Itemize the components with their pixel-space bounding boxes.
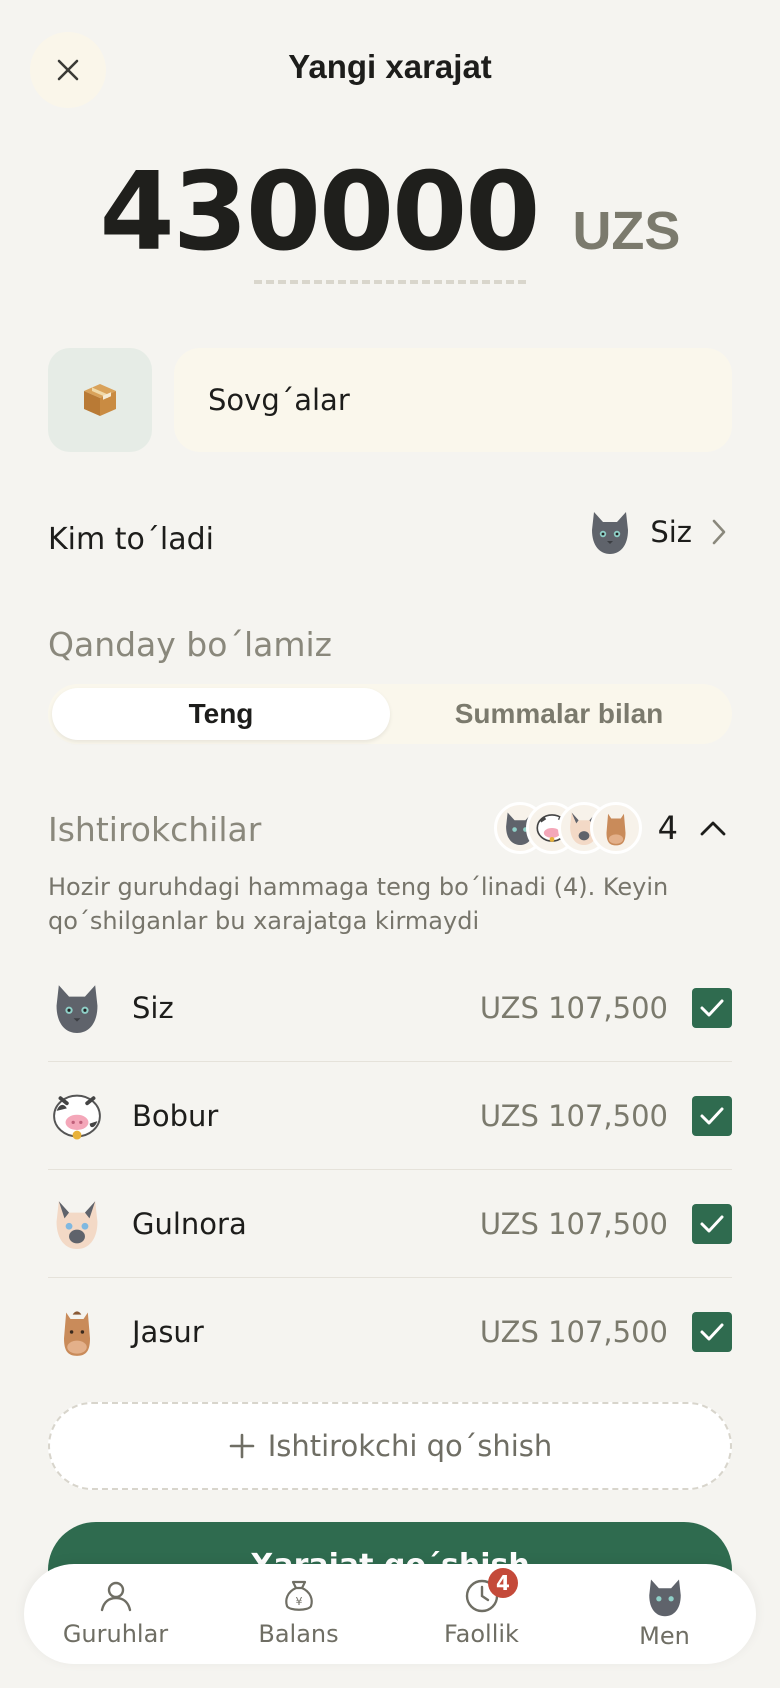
split-option-amounts[interactable]: Summalar bilan	[390, 688, 728, 740]
svg-text:¥: ¥	[295, 1595, 302, 1608]
cat-avatar-icon	[48, 979, 106, 1037]
participants-count: 4	[657, 809, 678, 847]
nav-item-activity[interactable]: 4 Faollik	[390, 1564, 573, 1664]
participant-row[interactable]: Siz UZS 107,500	[48, 954, 732, 1062]
participant-checkbox[interactable]	[692, 1203, 732, 1244]
split-method-title: Qanday bo´lamiz	[48, 625, 332, 664]
nav-item-me[interactable]: Men	[573, 1564, 756, 1664]
participant-name: Jasur	[132, 1315, 204, 1349]
nav-label: Guruhlar	[62, 1620, 169, 1648]
nav-item-groups[interactable]: Guruhlar	[24, 1564, 207, 1664]
participant-name: Bobur	[132, 1098, 219, 1133]
chevron-up-icon	[700, 821, 726, 836]
currency-label[interactable]: UZS	[572, 200, 680, 262]
paid-by-label: Kim to´ladi	[48, 522, 214, 557]
participant-amount: UZS 107,500	[479, 1206, 668, 1241]
participant-amount: UZS 107,500	[479, 1098, 668, 1133]
participant-checkbox[interactable]	[692, 987, 732, 1028]
nav-item-balance[interactable]: ¥ Balans	[207, 1564, 390, 1664]
add-participant-label: Ishtirokchi qo´shish	[267, 1429, 553, 1463]
cat-avatar-icon	[592, 512, 629, 554]
participants-note: Hozir guruhdagi hammaga teng bo´linadi (…	[48, 873, 669, 935]
payer-name: Siz	[650, 515, 692, 549]
split-option-equal[interactable]: Teng	[52, 688, 390, 740]
participant-row[interactable]: Gulnora UZS 107,500	[48, 1170, 732, 1278]
participants-list: Siz UZS 107,500 Bobur UZS 107,500 Gulnor…	[48, 954, 732, 1386]
amount-display[interactable]: 430000 UZS	[0, 150, 780, 275]
horse-avatar-icon	[48, 1303, 106, 1361]
cat-avatar-icon	[648, 1579, 681, 1617]
participant-amount: UZS 107,500	[479, 1315, 668, 1349]
checkmark-icon	[700, 999, 724, 1016]
nav-label: Faollik	[444, 1620, 519, 1648]
participant-name: Gulnora	[132, 1206, 247, 1241]
participants-title: Ishtirokchilar	[48, 810, 262, 849]
checkmark-icon	[700, 1323, 724, 1341]
nav-label: Men	[639, 1622, 690, 1650]
participants-toggle[interactable]: 4	[493, 802, 728, 854]
category-field[interactable]: Sovg´alar	[174, 348, 732, 452]
person-icon	[100, 1581, 131, 1612]
package-icon	[84, 384, 116, 416]
checkmark-icon	[700, 1107, 724, 1124]
money-bag-icon: ¥	[284, 1580, 313, 1611]
checkmark-icon	[700, 1215, 724, 1232]
participant-row[interactable]: Jasur UZS 107,500	[48, 1278, 732, 1386]
split-method-toggle: Teng Summalar bilan	[48, 684, 732, 744]
horse-avatar-icon	[589, 802, 642, 854]
cow-avatar-icon	[48, 1087, 106, 1145]
amount-underline	[254, 280, 526, 284]
participant-checkbox[interactable]	[692, 1312, 732, 1352]
participant-checkbox[interactable]	[692, 1095, 732, 1136]
category-icon-button[interactable]	[48, 348, 152, 452]
page-title: Yangi xarajat	[288, 48, 492, 85]
add-participant-button[interactable]: Ishtirokchi qo´shish	[48, 1402, 732, 1490]
siamese-cat-avatar-icon	[48, 1195, 106, 1253]
payer-selector[interactable]: Siz	[588, 508, 728, 556]
plus-icon	[229, 1433, 255, 1459]
amount-value[interactable]: 430000	[100, 150, 541, 275]
participant-amount: UZS 107,500	[479, 990, 668, 1025]
bottom-navigation: Guruhlar ¥ Balans 4 Faollik Men	[24, 1564, 756, 1664]
notification-badge: 4	[488, 1568, 518, 1598]
participant-row[interactable]: Bobur UZS 107,500	[48, 1062, 732, 1170]
chevron-right-icon	[712, 519, 726, 545]
nav-label: Balans	[258, 1620, 339, 1648]
participant-name: Siz	[132, 990, 174, 1025]
participant-avatar-stack	[493, 802, 642, 854]
